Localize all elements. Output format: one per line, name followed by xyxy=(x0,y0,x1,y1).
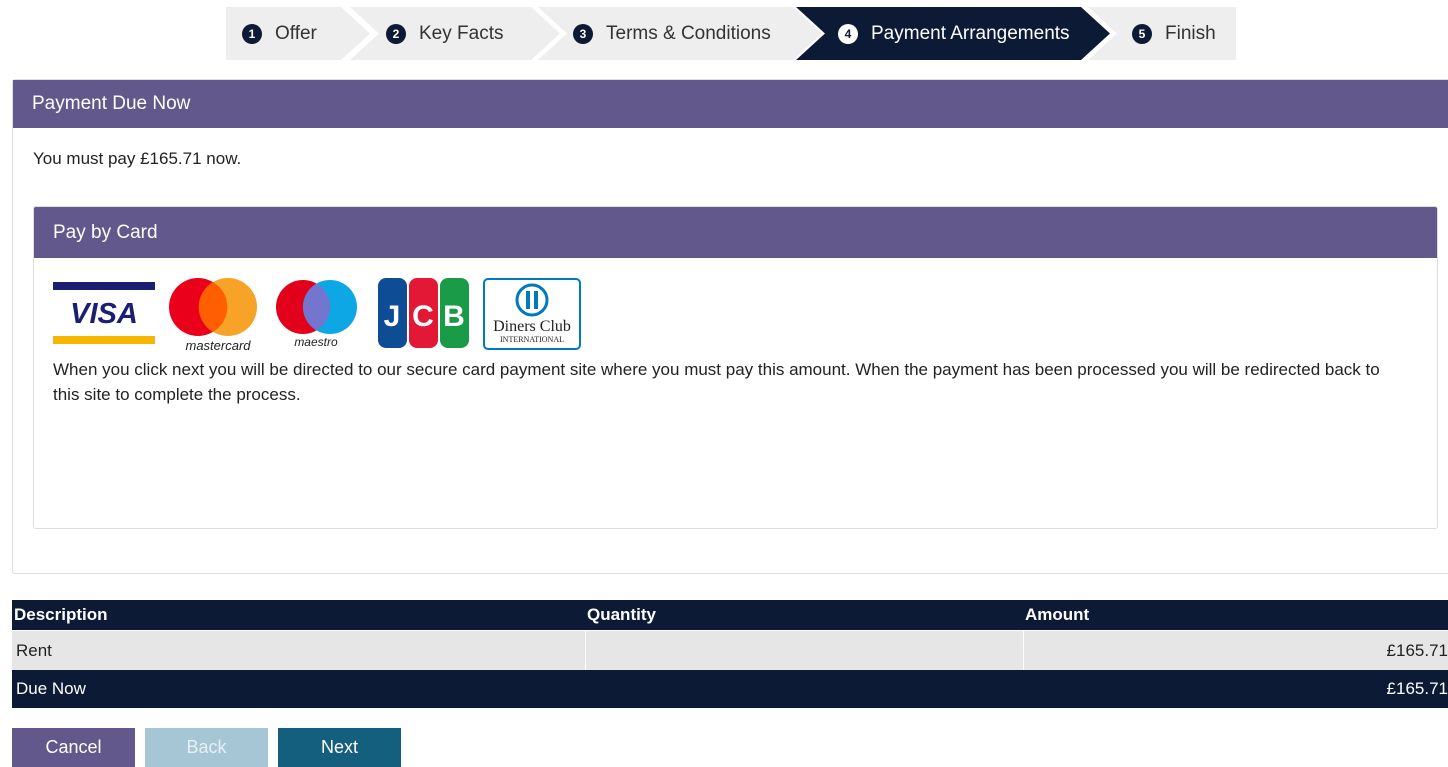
column-header-quantity: Quantity xyxy=(587,605,656,624)
visa-logo: VISA xyxy=(53,278,155,344)
step-terms[interactable]: 3 Terms & Conditions xyxy=(538,7,822,60)
rent-description: Rent xyxy=(16,640,52,660)
jcb-letter-b: B xyxy=(443,300,465,333)
column-header-description: Description xyxy=(14,605,108,624)
mastercard-logo-text: mastercard xyxy=(185,338,251,352)
cancel-button[interactable]: Cancel xyxy=(12,728,135,767)
card-payment-description: When you click next you will be directed… xyxy=(53,360,1380,404)
wizard-steps: 1 Offer 2 Key Facts 3 Terms & Conditions… xyxy=(226,7,1236,60)
rent-quantity xyxy=(585,631,1023,670)
diners-club-logo: Diners Club INTERNATIONAL xyxy=(483,278,581,350)
jcb-letter-c: C xyxy=(412,300,434,333)
jcb-logo: J C B xyxy=(378,278,471,348)
mastercard-logo: mastercard xyxy=(161,278,265,353)
due-now-amount: £165.71 xyxy=(1386,679,1448,698)
step-number: 1 xyxy=(242,23,262,44)
step-number: 4 xyxy=(838,23,858,44)
step-number: 2 xyxy=(386,23,406,44)
step-offer[interactable]: 1 Offer xyxy=(226,7,370,60)
due-now-label: Due Now xyxy=(16,679,86,698)
payment-due-title: Payment Due Now xyxy=(13,80,1448,128)
next-button[interactable]: Next xyxy=(278,728,401,767)
rent-amount: £165.71 xyxy=(1023,631,1448,670)
step-label: Payment Arrangements xyxy=(871,22,1070,44)
table-total-row: Due Now £165.71 xyxy=(12,670,1448,708)
step-label: Key Facts xyxy=(419,22,504,44)
pay-by-card-panel: Pay by Card VISA mastercard maestro J C … xyxy=(33,206,1438,529)
step-label: Offer xyxy=(275,22,317,44)
table-row: Rent £165.71 xyxy=(12,630,1448,670)
step-payment-arrangements[interactable]: 4 Payment Arrangements xyxy=(796,7,1110,60)
visa-logo-text: VISA xyxy=(70,298,138,330)
maestro-logo: maestro xyxy=(273,278,363,352)
step-label: Terms & Conditions xyxy=(606,22,771,44)
maestro-logo-text: maestro xyxy=(294,335,338,349)
diners-logo-text: Diners Club xyxy=(493,318,571,335)
step-label: Finish xyxy=(1165,22,1216,44)
step-key-facts[interactable]: 2 Key Facts xyxy=(350,7,560,60)
payment-due-message: You must pay £165.71 now. xyxy=(33,149,242,168)
back-button[interactable]: Back xyxy=(145,728,268,767)
column-header-amount: Amount xyxy=(1025,605,1090,624)
jcb-letter-j: J xyxy=(384,300,401,333)
diners-logo-subtext: INTERNATIONAL xyxy=(500,335,564,344)
payment-due-panel: Payment Due Now You must pay £165.71 now… xyxy=(12,79,1448,574)
step-finish[interactable]: 5 Finish xyxy=(1088,7,1236,60)
step-number: 3 xyxy=(573,23,593,44)
payment-table: Description Quantity Amount Rent £165.71… xyxy=(12,600,1448,708)
step-number: 5 xyxy=(1132,23,1152,44)
table-header-row: Description Quantity Amount xyxy=(12,600,1448,630)
pay-by-card-title: Pay by Card xyxy=(34,207,1437,258)
